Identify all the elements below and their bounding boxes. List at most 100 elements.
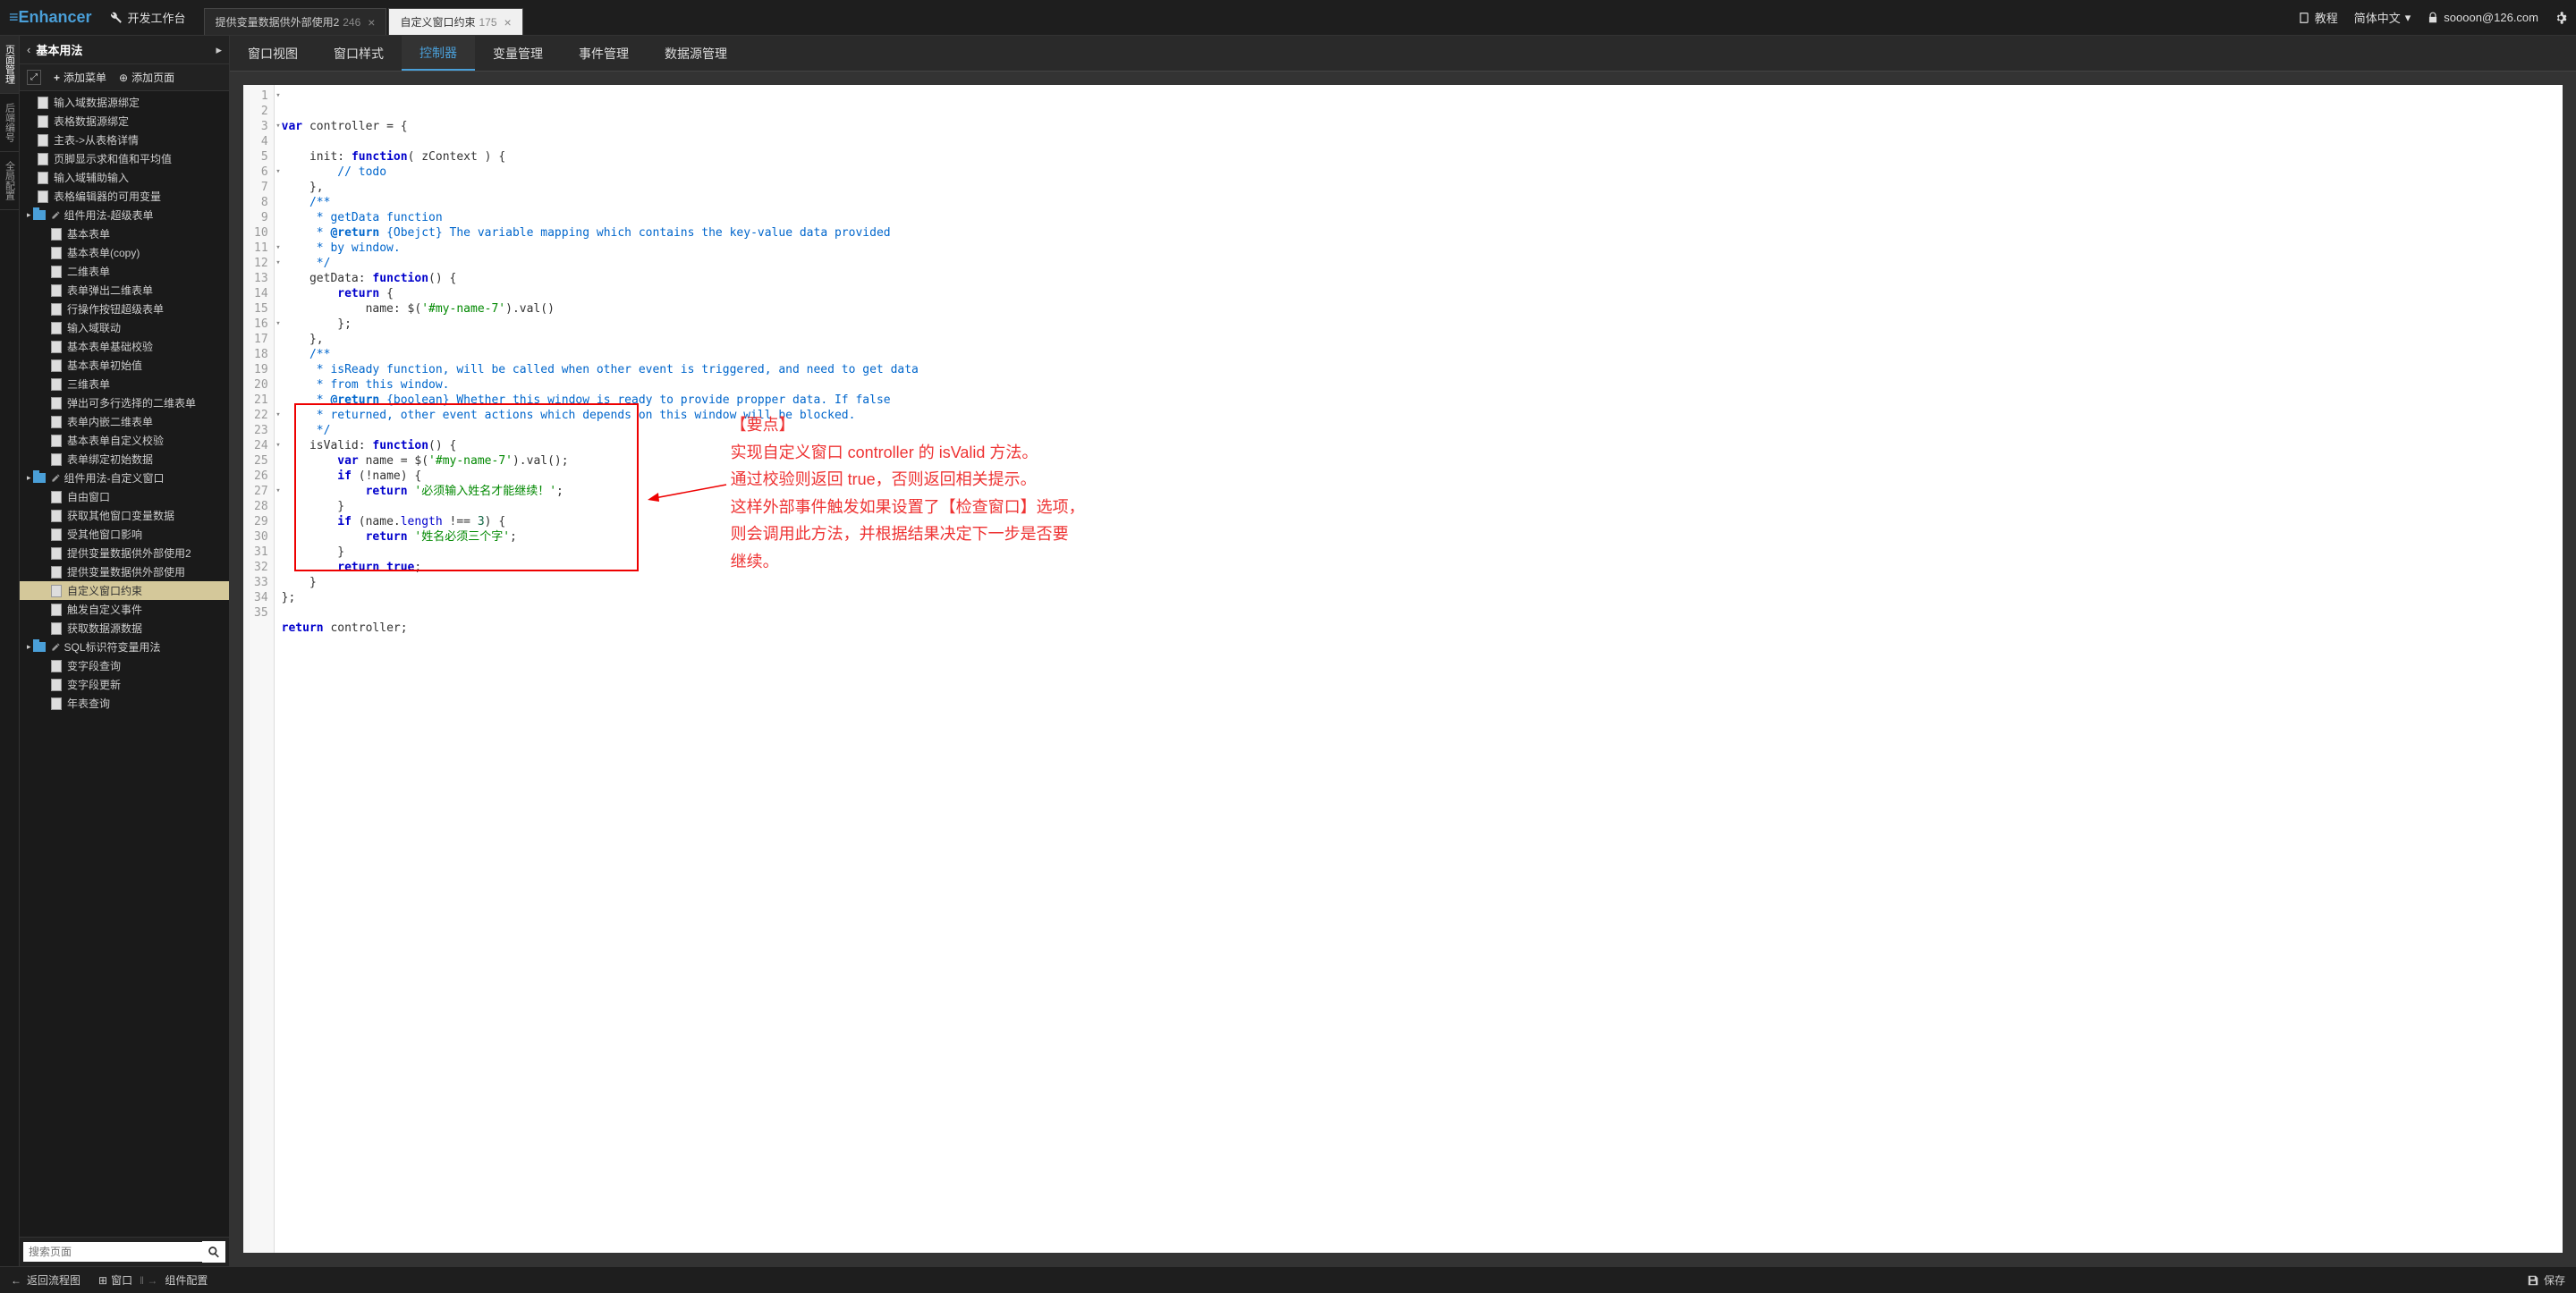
code-line[interactable]: init: function( zContext ) { — [282, 149, 2555, 165]
tree-file[interactable]: 输入域辅助输入 — [20, 168, 229, 187]
doc-tab[interactable]: 提供变量数据供外部使用2246× — [204, 8, 387, 35]
tree-file[interactable]: 表格编辑器的可用变量 — [20, 187, 229, 206]
tree-file[interactable]: 受其他窗口影响 — [20, 525, 229, 544]
tree-file[interactable]: 基本表单初始值 — [20, 356, 229, 375]
code-line[interactable]: return '必须输入姓名才能继续！'; — [282, 484, 2555, 499]
tree-folder[interactable]: ▸SQL标识符变量用法 — [20, 638, 229, 656]
code-line[interactable]: return true; — [282, 560, 2555, 575]
add-menu-button[interactable]: + 添加菜单 — [54, 70, 106, 85]
code-line[interactable]: } — [282, 499, 2555, 514]
code-line[interactable] — [282, 134, 2555, 149]
user-menu[interactable]: soooon@126.com — [2427, 11, 2538, 24]
code-line[interactable]: * isReady function, will be called when … — [282, 362, 2555, 377]
code-line[interactable]: return '姓名必须三个字'; — [282, 529, 2555, 545]
tree-file[interactable]: 弹出可多行选择的二维表单 — [20, 393, 229, 412]
code-line[interactable]: */ — [282, 256, 2555, 271]
sub-tab[interactable]: 变量管理 — [475, 36, 561, 71]
back-button[interactable]: ← 返回流程图 — [11, 1272, 80, 1288]
tree-file[interactable]: 自由窗口 — [20, 487, 229, 506]
tree-file[interactable]: 自定义窗口约束 — [20, 581, 229, 600]
vertical-tab[interactable]: 后端编号 — [0, 94, 19, 152]
code-line[interactable]: getData: function() { — [282, 271, 2555, 286]
close-icon[interactable]: × — [368, 15, 375, 30]
code-line[interactable]: // todo — [282, 165, 2555, 180]
add-page-button[interactable]: ⊕ 添加页面 — [119, 70, 174, 85]
code-line[interactable]: }; — [282, 317, 2555, 332]
tree-file[interactable]: 表单弹出二维表单 — [20, 281, 229, 300]
code-line[interactable]: */ — [282, 423, 2555, 438]
tree-file[interactable]: 二维表单 — [20, 262, 229, 281]
tree-file[interactable]: 触发自定义事件 — [20, 600, 229, 619]
tree-file[interactable]: 基本表单 — [20, 224, 229, 243]
tree-file[interactable]: 表格数据源绑定 — [20, 112, 229, 131]
code-line[interactable]: } — [282, 575, 2555, 590]
tutorial-link[interactable]: 教程 — [2298, 9, 2338, 26]
close-icon[interactable]: × — [504, 15, 512, 30]
page-tree[interactable]: 输入域数据源绑定表格数据源绑定主表->从表格详情页脚显示求和值和平均值输入域辅助… — [20, 91, 229, 1237]
code-line[interactable]: isValid: function() { — [282, 438, 2555, 453]
tree-file[interactable]: 获取其他窗口变量数据 — [20, 506, 229, 525]
code-area[interactable]: var controller = { init: function( zCont… — [275, 85, 2563, 1253]
tree-folder[interactable]: ▸组件用法-超级表单 — [20, 206, 229, 224]
search-icon[interactable] — [202, 1241, 225, 1263]
tree-file[interactable]: 提供变量数据供外部使用2 — [20, 544, 229, 562]
code-line[interactable]: * @return {Obejct} The variable mapping … — [282, 225, 2555, 241]
tree-file[interactable]: 三维表单 — [20, 375, 229, 393]
sub-tab[interactable]: 事件管理 — [561, 36, 647, 71]
code-line[interactable] — [282, 636, 2555, 651]
tree-file[interactable]: 主表->从表格详情 — [20, 131, 229, 149]
tree-file[interactable]: 表单内嵌二维表单 — [20, 412, 229, 431]
vertical-tab[interactable]: 全局配置 — [0, 152, 19, 210]
code-line[interactable]: * @return {boolean} Whether this window … — [282, 393, 2555, 408]
workspace-button[interactable]: 开发工作台 — [110, 9, 186, 26]
tree-file[interactable]: 行操作按钮超级表单 — [20, 300, 229, 318]
settings-button[interactable] — [2555, 12, 2567, 24]
code-line[interactable]: * from this window. — [282, 377, 2555, 393]
code-line[interactable]: if (!name) { — [282, 469, 2555, 484]
tree-file[interactable]: 提供变量数据供外部使用 — [20, 562, 229, 581]
code-line[interactable]: * returned, other event actions which de… — [282, 408, 2555, 423]
sub-tab[interactable]: 控制器 — [402, 36, 475, 71]
tree-file[interactable]: 输入域数据源绑定 — [20, 93, 229, 112]
play-icon[interactable]: ▸ — [216, 43, 222, 57]
code-editor[interactable]: 1234567891011121314151617181920212223242… — [243, 85, 2563, 1253]
tree-file[interactable]: 基本表单基础校验 — [20, 337, 229, 356]
sub-tab[interactable]: 数据源管理 — [647, 36, 745, 71]
tree-folder[interactable]: ▸组件用法-自定义窗口 — [20, 469, 229, 487]
collapse-sidebar-icon[interactable]: ‹ — [27, 43, 30, 56]
code-line[interactable]: }, — [282, 180, 2555, 195]
breadcrumb-window[interactable]: ⊞ 窗口 — [98, 1272, 132, 1288]
code-line[interactable]: }, — [282, 332, 2555, 347]
save-button[interactable]: 保存 — [2527, 1272, 2565, 1288]
vertical-tab[interactable]: 页面管理 — [0, 36, 19, 94]
expand-button[interactable]: ⤢ — [27, 70, 41, 85]
tree-file[interactable]: 表单绑定初始数据 — [20, 450, 229, 469]
code-line[interactable]: name: $('#my-name-7').val() — [282, 301, 2555, 317]
sub-tab[interactable]: 窗口样式 — [316, 36, 402, 71]
tree-file[interactable]: 变字段更新 — [20, 675, 229, 694]
tree-file[interactable]: 基本表单(copy) — [20, 243, 229, 262]
code-line[interactable]: return controller; — [282, 621, 2555, 636]
tree-file[interactable]: 基本表单自定义校验 — [20, 431, 229, 450]
tree-file[interactable]: 变字段查询 — [20, 656, 229, 675]
breadcrumb-config[interactable]: 组件配置 — [165, 1272, 208, 1288]
doc-tab[interactable]: 自定义窗口约束175× — [388, 8, 522, 35]
language-selector[interactable]: 简体中文 ▾ — [2354, 9, 2411, 26]
tree-file[interactable]: 获取数据源数据 — [20, 619, 229, 638]
tree-file[interactable]: 年表查询 — [20, 694, 229, 713]
code-line[interactable]: if (name.length !== 3) { — [282, 514, 2555, 529]
code-line[interactable]: /** — [282, 347, 2555, 362]
code-line[interactable]: * getData function — [282, 210, 2555, 225]
tree-file[interactable]: 输入域联动 — [20, 318, 229, 337]
sub-tab[interactable]: 窗口视图 — [230, 36, 316, 71]
code-line[interactable]: }; — [282, 590, 2555, 605]
code-line[interactable]: /** — [282, 195, 2555, 210]
search-input[interactable] — [23, 1242, 202, 1262]
code-line[interactable]: var name = $('#my-name-7').val(); — [282, 453, 2555, 469]
tree-file[interactable]: 页脚显示求和值和平均值 — [20, 149, 229, 168]
code-line[interactable]: var controller = { — [282, 119, 2555, 134]
code-line[interactable]: * by window. — [282, 241, 2555, 256]
code-line[interactable]: return { — [282, 286, 2555, 301]
code-line[interactable] — [282, 605, 2555, 621]
code-line[interactable]: } — [282, 545, 2555, 560]
